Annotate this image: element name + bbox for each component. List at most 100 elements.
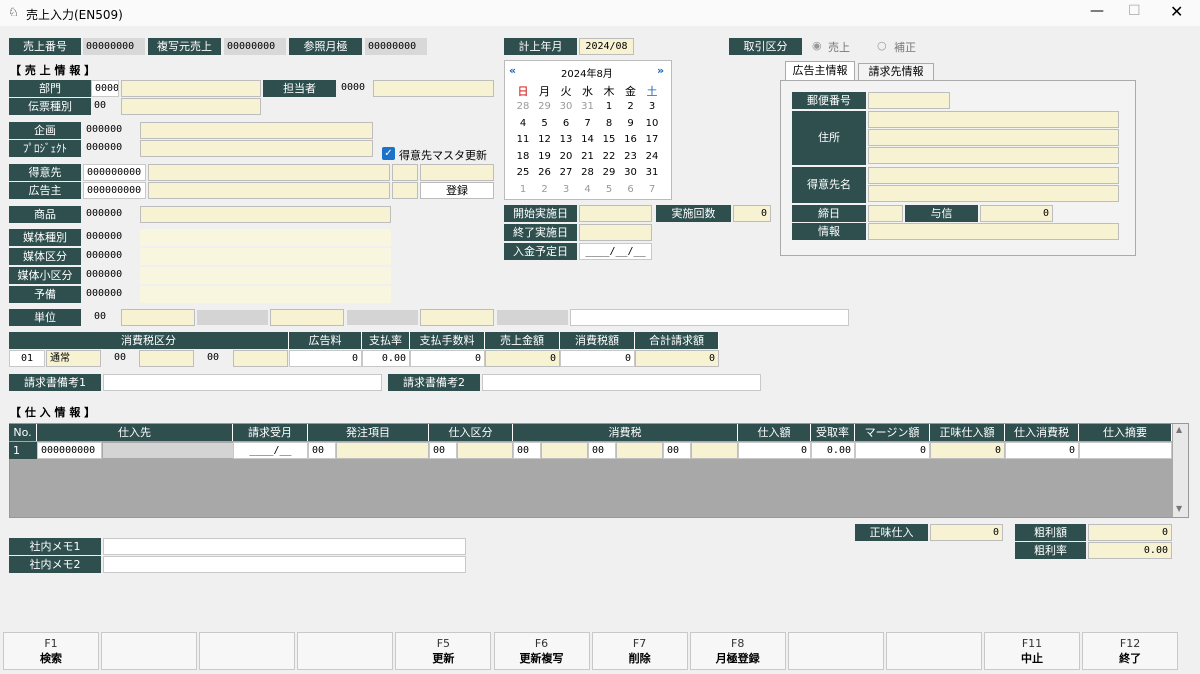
- fkey-10[interactable]: [885, 632, 982, 670]
- calendar-day[interactable]: 29: [599, 167, 619, 178]
- calendar-day[interactable]: 11: [513, 134, 533, 145]
- pr-t2[interactable]: 00: [588, 442, 616, 459]
- calendar-day[interactable]: 19: [535, 151, 555, 162]
- fkey-5[interactable]: F5 更新: [395, 632, 492, 670]
- calendar-day[interactable]: 2: [535, 184, 555, 195]
- calendar-day[interactable]: 15: [599, 134, 619, 145]
- calendar-day[interactable]: 30: [556, 101, 576, 112]
- calendar-day[interactable]: 21: [578, 151, 598, 162]
- tax-amount[interactable]: 0: [560, 350, 635, 367]
- calendar-day[interactable]: 26: [535, 167, 555, 178]
- scroll-up-icon[interactable]: ▲: [1176, 425, 1182, 434]
- customer-input[interactable]: 000000000: [83, 164, 146, 181]
- calendar-day[interactable]: 28: [578, 167, 598, 178]
- calendar-day[interactable]: 14: [578, 134, 598, 145]
- tab-advertiser[interactable]: 広告主情報: [785, 61, 855, 81]
- radio-adjust[interactable]: ○: [877, 39, 887, 52]
- calendar-day[interactable]: 2: [621, 101, 641, 112]
- calendar-day[interactable]: 25: [513, 167, 533, 178]
- pr-rate[interactable]: 0.00: [811, 442, 855, 459]
- unit-input[interactable]: 00: [91, 309, 119, 326]
- calendar-day[interactable]: 12: [535, 134, 555, 145]
- fkey-7[interactable]: F7 削除: [591, 632, 688, 670]
- calendar-day[interactable]: 6: [556, 118, 576, 129]
- unit-f7[interactable]: [570, 309, 849, 326]
- calendar-day[interactable]: 16: [621, 134, 641, 145]
- calendar-day[interactable]: 4: [578, 184, 598, 195]
- internal-memo1-input[interactable]: [103, 538, 466, 555]
- invoice-memo1-input[interactable]: [103, 374, 382, 391]
- address-line1[interactable]: [868, 111, 1119, 128]
- calendar-day[interactable]: 29: [535, 101, 555, 112]
- tab-billing[interactable]: 請求先情報: [858, 63, 934, 81]
- acct-month-input[interactable]: 2024/08: [579, 38, 634, 55]
- media-type-input[interactable]: 000000: [83, 229, 138, 246]
- calendar-day[interactable]: 5: [535, 118, 555, 129]
- payment-date-input[interactable]: ____/__/__: [579, 243, 652, 260]
- dept-input[interactable]: 0000: [91, 80, 119, 97]
- master-update-checkbox[interactable]: ✓: [382, 147, 395, 160]
- end-date-input[interactable]: [579, 224, 652, 241]
- calendar-day[interactable]: 22: [599, 151, 619, 162]
- media-cat-input[interactable]: 000000: [83, 248, 138, 265]
- calendar-day[interactable]: 1: [599, 101, 619, 112]
- count-input[interactable]: 0: [733, 205, 771, 222]
- fkey-9[interactable]: [787, 632, 884, 670]
- fee-input[interactable]: 0: [410, 350, 485, 367]
- internal-memo2-input[interactable]: [103, 556, 466, 573]
- closing-input[interactable]: [868, 205, 903, 222]
- calendar-day[interactable]: 31: [578, 101, 598, 112]
- fkey-2[interactable]: [101, 632, 198, 670]
- customer-name-line2[interactable]: [868, 185, 1119, 202]
- tax-c2[interactable]: 00: [102, 350, 138, 367]
- ad-fee-input[interactable]: 0: [289, 350, 362, 367]
- fkey-3[interactable]: [199, 632, 296, 670]
- pr-month[interactable]: ____/__: [233, 442, 308, 459]
- calendar-day[interactable]: 30: [621, 167, 641, 178]
- calendar-day[interactable]: 18: [513, 151, 533, 162]
- calendar-day[interactable]: 27: [556, 167, 576, 178]
- tax-code[interactable]: 01: [9, 350, 45, 367]
- product-input[interactable]: 000000: [83, 206, 138, 223]
- pr-tax[interactable]: 0: [1005, 442, 1079, 459]
- pr-amount[interactable]: 0: [738, 442, 811, 459]
- fkey-11[interactable]: F11 中止: [984, 632, 1080, 670]
- calendar-day[interactable]: 4: [513, 118, 533, 129]
- purchase-scrollbar[interactable]: ▲ ▼: [1173, 424, 1188, 517]
- pay-rate-input[interactable]: 0.00: [362, 350, 410, 367]
- credit-input[interactable]: 0: [980, 205, 1053, 222]
- fkey-1[interactable]: F1 検索: [3, 632, 99, 670]
- calendar-day[interactable]: 6: [621, 184, 641, 195]
- info-input[interactable]: [868, 223, 1119, 240]
- pr-supplier[interactable]: 000000000: [37, 442, 102, 459]
- postal-input[interactable]: [868, 92, 950, 109]
- calendar-day[interactable]: 1: [513, 184, 533, 195]
- calendar-day[interactable]: 7: [578, 118, 598, 129]
- advertiser-input[interactable]: 000000000: [83, 182, 146, 199]
- close-icon[interactable]: ✕: [1170, 2, 1183, 21]
- pr-memo[interactable]: [1079, 442, 1172, 459]
- calendar-day[interactable]: 31: [642, 167, 662, 178]
- plan-input[interactable]: 000000: [83, 122, 138, 139]
- radio-sales[interactable]: ◉: [812, 39, 822, 52]
- pr-kubun[interactable]: 00: [429, 442, 457, 459]
- calendar-next[interactable]: »: [657, 64, 664, 77]
- start-date-input[interactable]: [579, 205, 652, 222]
- calendar-day[interactable]: 13: [556, 134, 576, 145]
- fkey-8[interactable]: F8 月極登録: [689, 632, 786, 670]
- pr-margin[interactable]: 0: [855, 442, 930, 459]
- pr-t3[interactable]: 00: [663, 442, 691, 459]
- calendar-day[interactable]: 3: [556, 184, 576, 195]
- calendar-day[interactable]: 8: [599, 118, 619, 129]
- calendar-day[interactable]: 20: [556, 151, 576, 162]
- calendar-day[interactable]: 9: [621, 118, 641, 129]
- invoice-memo2-input[interactable]: [482, 374, 761, 391]
- fkey-12[interactable]: F12 終了: [1082, 632, 1179, 670]
- address-line3[interactable]: [868, 147, 1119, 164]
- calendar-prev[interactable]: «: [509, 64, 516, 77]
- slip-type-input[interactable]: 00: [91, 98, 119, 115]
- fkey-6[interactable]: F6 更新複写: [493, 632, 590, 670]
- maximize-icon[interactable]: ☐: [1128, 3, 1141, 19]
- pr-t1[interactable]: 00: [513, 442, 541, 459]
- tax-c3[interactable]: 00: [195, 350, 231, 367]
